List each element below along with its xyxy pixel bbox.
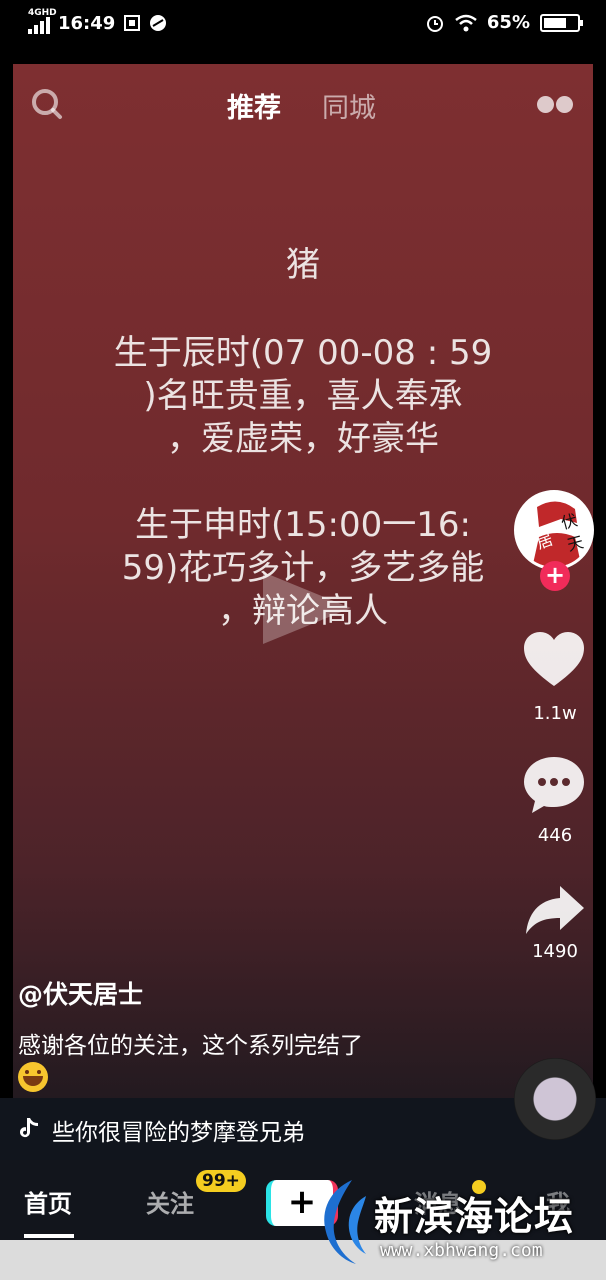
video-caption-paragraph-1: 生于辰时(07 00-08 : 59 )名旺贵重，喜人奉承 ，爱虚荣，好豪华 [13, 332, 593, 461]
signal-icon [28, 16, 50, 34]
watermark-text: 新滨海论坛 [374, 1195, 575, 1240]
author-avatar[interactable]: 伏 天 居 [514, 490, 594, 570]
follow-button[interactable]: + [540, 561, 570, 591]
status-time: 16:49 [58, 12, 116, 34]
comment-icon[interactable] [522, 755, 586, 815]
tab-follow[interactable]: 关注 [146, 1184, 194, 1219]
share-icon[interactable] [522, 880, 586, 940]
like-icon[interactable] [522, 630, 586, 690]
caption-line: )名旺贵重，喜人奉承 [143, 376, 463, 416]
alarm-icon [426, 15, 443, 32]
follow-badge: 99+ [196, 1170, 246, 1192]
comment-count: 446 [537, 825, 573, 846]
share-count: 1490 [532, 941, 578, 962]
watermark-logo-icon [324, 1180, 366, 1264]
play-icon[interactable] [259, 568, 359, 648]
video-caption-title: 猪 [286, 245, 320, 285]
music-disc-icon[interactable] [514, 1058, 596, 1140]
app-icon [150, 15, 167, 31]
watermark-url: www.xbhwang.com [380, 1240, 543, 1261]
video-player[interactable]: 推荐 同城 猪 生于辰时(07 00-08 : 59 )名旺贵重，喜人奉承 ，爱… [13, 64, 593, 1098]
tab-recommend[interactable]: 推荐 [227, 86, 281, 125]
tiktok-note-icon [20, 1118, 38, 1138]
wifi-icon [455, 14, 477, 31]
tab-local[interactable]: 同城 [322, 86, 376, 125]
video-description: 感谢各位的关注，这个系列完结了 [18, 1033, 363, 1059]
author-name[interactable]: @伏天居士 [18, 975, 143, 1011]
grin-emoji-icon [18, 1062, 48, 1092]
caption-line: 生于申时(15:00一16: [135, 505, 471, 545]
top-nav: 推荐 同城 [13, 84, 593, 128]
tab-home-indicator [24, 1234, 74, 1238]
music-title[interactable]: 些你很冒险的梦摩登兄弟 [52, 1113, 305, 1147]
caption-line: 生于辰时(07 00-08 : 59 [113, 333, 493, 373]
notification-icon [124, 15, 141, 31]
avatar-image: 伏 天 居 [517, 493, 591, 567]
like-count: 1.1w [533, 703, 577, 724]
search-icon[interactable] [31, 88, 63, 120]
tab-home[interactable]: 首页 [24, 1184, 72, 1219]
caption-line: ，爱虚荣，好豪华 [167, 419, 439, 459]
